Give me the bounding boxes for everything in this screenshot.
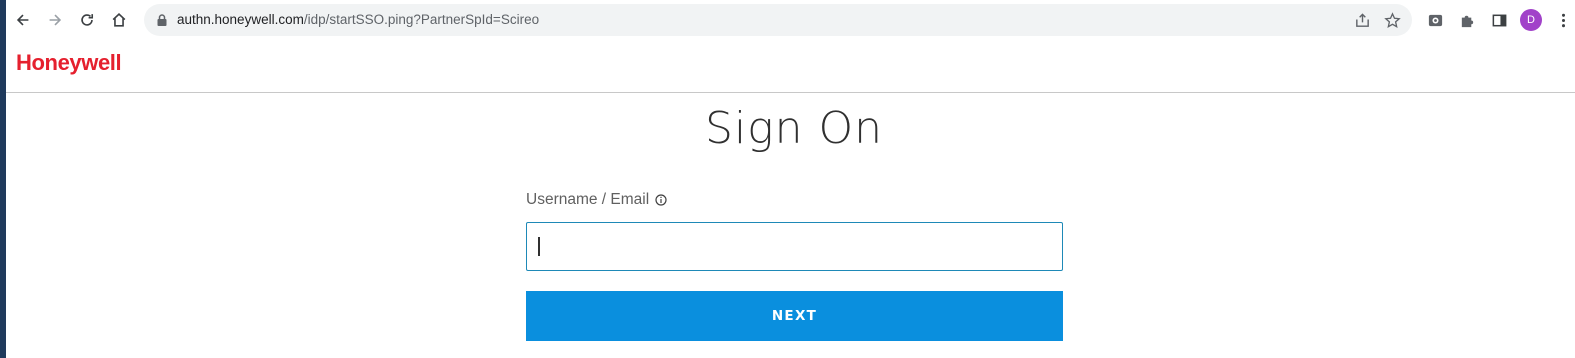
text-caret — [538, 237, 540, 256]
bookmark-button[interactable] — [1382, 10, 1402, 30]
home-button[interactable] — [104, 5, 134, 35]
reload-button[interactable] — [72, 5, 102, 35]
menu-dots-icon — [1561, 13, 1565, 27]
reload-icon — [81, 14, 94, 26]
back-button[interactable] — [8, 5, 38, 35]
back-icon — [16, 14, 29, 26]
extensions-button[interactable] — [1456, 5, 1478, 35]
username-label: Username / Email — [526, 191, 667, 209]
extension-app-button[interactable] — [1424, 5, 1446, 35]
side-panel-icon — [1492, 14, 1506, 26]
next-button[interactable]: NEXT — [526, 291, 1063, 341]
share-button[interactable] — [1352, 10, 1372, 30]
page-title: Sign On — [705, 103, 883, 154]
share-icon — [1355, 12, 1369, 27]
site-header: Honeywell — [6, 41, 1575, 93]
forward-icon — [49, 14, 62, 26]
url-path: /idp/startSSO.ping?PartnerSpId=Scireo — [303, 12, 540, 27]
address-bar[interactable]: authn.honeywell.com/idp/startSSO.ping?Pa… — [144, 4, 1412, 36]
browser-menu-button[interactable] — [1552, 5, 1574, 35]
forward-button[interactable] — [40, 5, 70, 35]
url-domain: authn.honeywell.com — [177, 12, 304, 27]
side-panel-button[interactable] — [1488, 5, 1510, 35]
extension-app-icon — [1428, 14, 1442, 26]
star-icon — [1383, 11, 1401, 28]
username-input[interactable] — [526, 222, 1063, 271]
home-icon — [112, 13, 126, 27]
lock-icon — [157, 14, 167, 26]
browser-toolbar: authn.honeywell.com/idp/startSSO.ping?Pa… — [6, 0, 1575, 40]
puzzle-icon — [1461, 15, 1473, 27]
info-icon[interactable] — [655, 194, 667, 206]
url-text[interactable]: authn.honeywell.com/idp/startSSO.ping?Pa… — [177, 4, 539, 36]
honeywell-logo[interactable]: Honeywell — [16, 50, 122, 76]
profile-avatar[interactable]: D — [1520, 9, 1542, 31]
username-label-text: Username / Email — [526, 191, 650, 208]
